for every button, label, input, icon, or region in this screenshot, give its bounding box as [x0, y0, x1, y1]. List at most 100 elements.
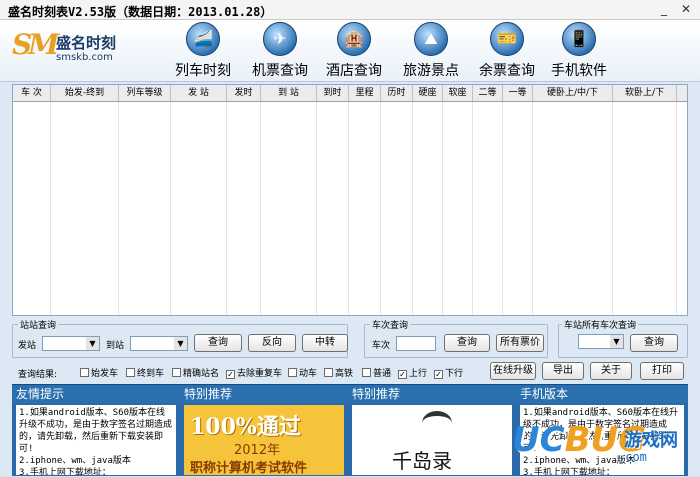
promo-banner-1[interactable]: 100%通过 2012年 职称计算机考试软件 [184, 405, 344, 475]
nav-scenic-spots[interactable]: ⛰ 旅游景点 [392, 22, 470, 80]
train-query-legend: 车次查询 [370, 318, 411, 331]
ticket-icon: 🎫 [490, 22, 524, 56]
app-logo: SM 盛名时刻 smskb.com [12, 28, 132, 72]
checkbox-label: 去除重复车 [237, 369, 283, 379]
nav-ticket-availability[interactable]: 🎫 余票查询 [468, 22, 546, 80]
toolbar-header: SM 盛名时刻 smskb.com 🚄 列车时刻 ✈ 机票查询 🏨 酒店查询 ⛰… [0, 20, 700, 82]
train-query-button[interactable]: 查询 [444, 334, 490, 352]
table-column [261, 102, 317, 315]
online-upgrade-button[interactable]: 在线升级 [490, 362, 536, 380]
column-header[interactable]: 软卧上/下 [613, 85, 677, 101]
about-button[interactable]: 关于 [590, 362, 632, 380]
filter-emu-checkbox[interactable]: 动车 [288, 366, 317, 379]
station-query-button[interactable]: 查询 [194, 334, 242, 352]
station-query-legend: 站站查询 [18, 318, 59, 331]
checkbox-label: 下行 [445, 369, 464, 379]
filter-down-checkbox[interactable]: ✓ 下行 [434, 366, 463, 379]
train-number-label: 车次 [372, 341, 391, 351]
hotel-icon: 🏨 [337, 22, 371, 56]
checkbox-label: 始发车 [91, 369, 119, 379]
to-station-select[interactable]: ▼ [130, 336, 188, 351]
check-icon: ✓ [398, 370, 407, 379]
filter-terminal-checkbox[interactable]: 终到车 [126, 366, 164, 379]
results-filter-label: 查询结果: [18, 370, 58, 380]
table-column [349, 102, 381, 315]
column-header[interactable]: 列车等级 [119, 85, 171, 101]
promo-banner-2[interactable]: 千岛录 [352, 405, 512, 475]
train-icon: 🚄 [186, 22, 220, 56]
export-button[interactable]: 导出 [542, 362, 584, 380]
nav-hotel-search[interactable]: 🏨 酒店查询 [315, 22, 393, 80]
promo-headline: 100%通过 [190, 414, 301, 440]
filter-exact-name-checkbox[interactable]: 精确站名 [172, 366, 219, 379]
checkbox-box [362, 368, 371, 377]
station-select[interactable]: ▼ [578, 334, 624, 349]
results-table[interactable]: 车 次 始发-终到 列车等级 发 站 发时 到 站 到时 里程 历时 硬座 软座… [12, 84, 688, 316]
table-column [227, 102, 261, 315]
column-header[interactable]: 到 站 [261, 85, 317, 101]
reverse-button[interactable]: 反向 [248, 334, 296, 352]
station-all-query-button[interactable]: 查询 [630, 334, 678, 352]
table-body [13, 102, 687, 315]
filter-dedupe-checkbox[interactable]: ✓ 去除重复车 [226, 366, 282, 379]
transfer-button[interactable]: 中转 [302, 334, 348, 352]
table-column [533, 102, 613, 315]
nav-train-schedule[interactable]: 🚄 列车时刻 [164, 22, 242, 80]
print-button[interactable]: 打印 [640, 362, 684, 380]
filter-highspeed-checkbox[interactable]: 高铁 [324, 366, 353, 379]
filter-up-checkbox[interactable]: ✓ 上行 [398, 366, 427, 379]
chevron-down-icon: ▼ [86, 337, 99, 350]
all-prices-button[interactable]: 所有票价 [496, 334, 544, 352]
column-header[interactable]: 硬卧上/中/下 [533, 85, 613, 101]
checkbox-label: 普通 [373, 369, 392, 379]
nav-mobile-software[interactable]: 📱 手机软件 [540, 22, 618, 80]
column-header[interactable]: 车 次 [13, 85, 51, 101]
promo-panel-2[interactable]: 特别推荐 千岛录 [348, 385, 516, 477]
filter-normal-checkbox[interactable]: 普通 [362, 366, 391, 379]
column-header[interactable]: 历时 [381, 85, 413, 101]
chevron-down-icon: ▼ [174, 337, 187, 350]
checkbox-box [80, 368, 89, 377]
promo-panel-1[interactable]: 特别推荐 100%通过 2012年 职称计算机考试软件 [180, 385, 348, 477]
table-column [119, 102, 171, 315]
minimize-button[interactable]: _ [656, 2, 672, 17]
table-column [381, 102, 413, 315]
table-column [503, 102, 533, 315]
checkbox-label: 动车 [299, 369, 318, 379]
nav-label: 手机软件 [551, 63, 607, 79]
nav-label: 余票查询 [479, 63, 535, 79]
train-number-input[interactable] [396, 336, 436, 351]
column-header[interactable]: 发时 [227, 85, 261, 101]
promo-title: 特别推荐 [180, 385, 348, 403]
promo-year: 2012年 [234, 443, 281, 458]
checkbox-box [172, 368, 181, 377]
table-column [171, 102, 227, 315]
table-column [473, 102, 503, 315]
to-station-label: 到站 [106, 341, 125, 351]
logo-url: smskb.com [56, 52, 113, 63]
checkbox-label: 终到车 [137, 369, 165, 379]
column-header[interactable]: 里程 [349, 85, 381, 101]
promo-title: 特别推荐 [348, 385, 516, 403]
nav-flight-search[interactable]: ✈ 机票查询 [241, 22, 319, 80]
close-button[interactable]: ✕ [678, 2, 694, 17]
column-header[interactable]: 硬座 [413, 85, 443, 101]
watermark-brand-a: UC [512, 420, 565, 460]
table-column [51, 102, 119, 315]
tips-text: 1.如果android版本、S60版本在线升级不成功，是由于数字签名过期造成的，… [16, 405, 176, 475]
nav-label: 酒店查询 [326, 63, 382, 79]
nav-label: 列车时刻 [175, 63, 231, 79]
site-watermark: UCBUG 游戏网 .com [512, 420, 696, 472]
column-header[interactable]: 软座 [443, 85, 473, 101]
column-header[interactable]: 到时 [317, 85, 349, 101]
table-column [13, 102, 51, 315]
from-station-select[interactable]: ▼ [42, 336, 100, 351]
nav-label: 旅游景点 [403, 63, 459, 79]
column-header[interactable]: 始发-终到 [51, 85, 119, 101]
logo-mark: SM [12, 28, 59, 61]
filter-origin-checkbox[interactable]: 始发车 [80, 366, 118, 379]
column-header[interactable]: 二等 [473, 85, 503, 101]
column-header[interactable]: 一等 [503, 85, 533, 101]
column-header[interactable]: 发 站 [171, 85, 227, 101]
table-column [613, 102, 677, 315]
